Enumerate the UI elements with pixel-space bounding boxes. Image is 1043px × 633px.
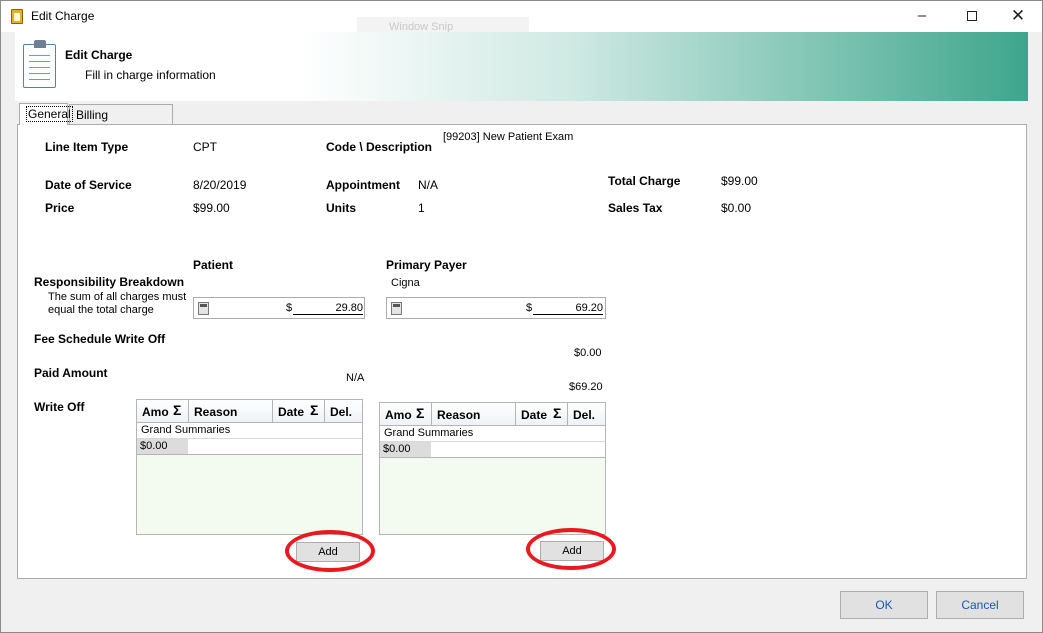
write-off-label: Write Off <box>34 400 85 414</box>
col-date[interactable]: Date Σ <box>273 400 325 422</box>
amount-total: $0.00 <box>137 439 188 454</box>
col-date-label: Date <box>521 408 548 422</box>
line-item-type-value: CPT <box>193 140 217 154</box>
grand-summaries-row: Grand Summaries <box>380 426 605 442</box>
payer-write-off-grid[interactable]: Amo Σ Reason Date Σ Del. Grand Summaries $… <box>379 402 606 535</box>
paid-payer-value: $69.20 <box>569 381 603 393</box>
price-label: Price <box>45 201 75 215</box>
grid-header: Amo Σ Reason Date Σ Del. <box>380 403 605 426</box>
total-charge-value: $99.00 <box>721 174 758 188</box>
fee-schedule-payer-value: $0.00 <box>574 347 602 359</box>
sales-tax-value: $0.00 <box>721 201 752 215</box>
date-of-service-label: Date of Service <box>45 178 132 192</box>
responsibility-note: The sum of all charges must equal the to… <box>48 291 187 316</box>
payer-amount-value: 69.20 <box>533 302 603 315</box>
col-reason-label: Reason <box>194 405 238 419</box>
summary-total-row: $0.00 <box>380 442 605 458</box>
col-delete-label: Del. <box>573 408 596 422</box>
payer-amount-input[interactable]: $ 69.20 <box>386 297 606 319</box>
date-of-service-value: 8/20/2019 <box>193 178 247 192</box>
patient-header: Patient <box>193 258 234 272</box>
col-delete-label: Del. <box>330 405 353 419</box>
fee-schedule-write-off-label: Fee Schedule Write Off <box>34 332 166 346</box>
col-amount-label: Amo <box>385 408 412 422</box>
col-date[interactable]: Date Σ <box>516 403 568 425</box>
header-title: Edit Charge <box>65 48 133 62</box>
summary-total-row: $0.00 <box>137 439 362 455</box>
general-panel: Line Item Type CPT Code \ Description [9… <box>17 124 1027 579</box>
total-charge-label: Total Charge <box>608 174 681 188</box>
patient-write-off-grid[interactable]: Amo Σ Reason Date Σ Del. Grand Summaries $… <box>136 399 363 535</box>
highlight-ring <box>285 530 375 572</box>
appointment-value: N/A <box>418 178 439 192</box>
col-reason-label: Reason <box>437 408 481 422</box>
amount-total: $0.00 <box>380 442 431 457</box>
paid-amount-label: Paid Amount <box>34 366 108 380</box>
code-description-value: [99203] New Patient Exam <box>443 131 574 143</box>
sum-icon: Σ <box>416 405 425 421</box>
cancel-button[interactable]: Cancel <box>936 591 1024 619</box>
units-label: Units <box>326 201 356 215</box>
header-subtitle: Fill in charge information <box>85 68 216 82</box>
payer-currency: $ <box>526 302 533 314</box>
patient-amount-input[interactable]: $ 29.80 <box>193 297 365 319</box>
grid-header: Amo Σ Reason Date Σ Del. <box>137 400 362 423</box>
tab-billing-information[interactable]: Billing Information <box>69 104 173 136</box>
price-value: $99.00 <box>193 201 230 215</box>
paid-patient-value: N/A <box>346 372 365 384</box>
col-delete[interactable]: Del. <box>325 400 362 422</box>
maximize-button[interactable] <box>949 1 995 32</box>
sum-icon: Σ <box>310 402 319 418</box>
tab-general-label: General <box>26 106 73 122</box>
calculator-icon[interactable] <box>198 302 209 315</box>
sales-tax-label: Sales Tax <box>608 201 663 215</box>
window-title: Edit Charge <box>31 9 95 23</box>
code-description-label: Code \ Description <box>326 140 433 154</box>
col-date-label: Date <box>278 405 305 419</box>
appointment-label: Appointment <box>326 178 400 192</box>
maximize-icon <box>967 11 977 22</box>
highlight-ring <box>526 528 616 570</box>
primary-payer-header: Primary Payer <box>386 258 467 272</box>
clipboard-app-icon <box>11 9 23 24</box>
payer-name: Cigna <box>391 277 420 289</box>
tab-general[interactable]: General <box>19 103 73 125</box>
patient-currency: $ <box>286 302 293 314</box>
sum-icon: Σ <box>173 402 182 418</box>
col-amount-label: Amo <box>142 405 169 419</box>
col-reason[interactable]: Reason <box>189 400 273 422</box>
clipboard-icon <box>23 40 56 88</box>
calculator-icon[interactable] <box>391 302 402 315</box>
close-button[interactable]: ✕ <box>995 1 1041 32</box>
col-delete[interactable]: Del. <box>568 403 605 425</box>
col-amount[interactable]: Amo Σ <box>380 403 432 425</box>
patient-amount-value: 29.80 <box>293 302 363 315</box>
edit-charge-window: Edit Charge – ✕ Window Snip Edit Charge … <box>0 0 1043 633</box>
line-item-type-label: Line Item Type <box>45 140 129 154</box>
units-value: 1 <box>418 201 425 215</box>
responsibility-breakdown-label: Responsibility Breakdown <box>34 275 185 289</box>
col-amount[interactable]: Amo Σ <box>137 400 189 422</box>
dialog-header: Edit Charge Fill in charge information <box>15 32 1028 101</box>
minimize-button[interactable]: – <box>899 1 945 32</box>
ok-button[interactable]: OK <box>840 591 928 619</box>
sum-icon: Σ <box>553 405 562 421</box>
grand-summaries-row: Grand Summaries <box>137 423 362 439</box>
col-reason[interactable]: Reason <box>432 403 516 425</box>
